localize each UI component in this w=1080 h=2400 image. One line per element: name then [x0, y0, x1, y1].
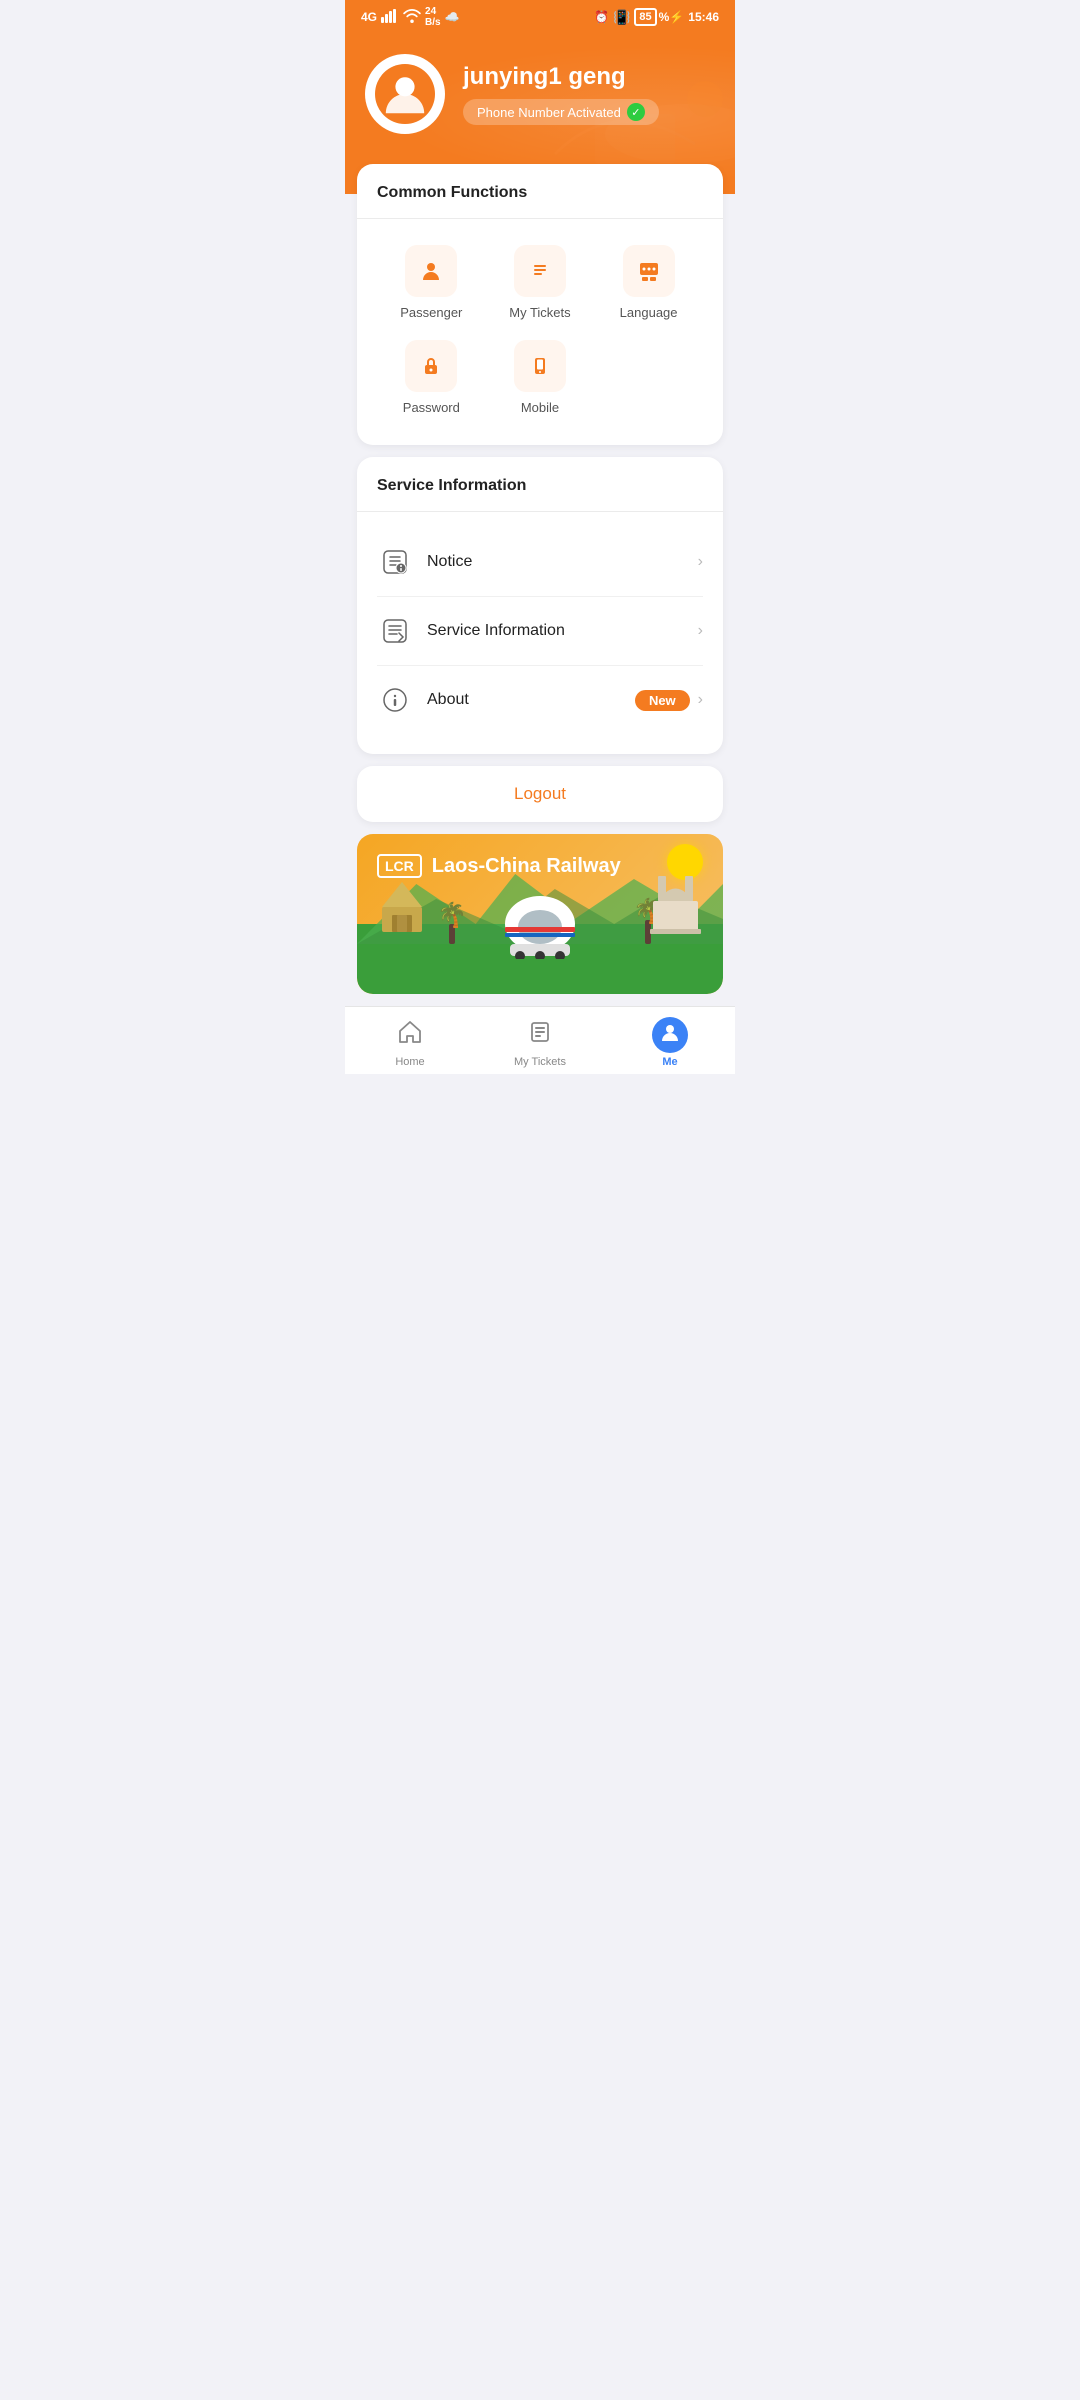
language-label: Language: [620, 305, 678, 320]
logout-card[interactable]: Logout: [357, 766, 723, 822]
service-info-title: Service Information: [377, 477, 703, 495]
nav-home[interactable]: Home: [345, 1007, 475, 1074]
time-display: 15:46: [688, 10, 719, 24]
mobile-label: Mobile: [521, 400, 559, 415]
my-tickets-nav-icon-wrap: [522, 1017, 558, 1053]
password-icon: [405, 340, 457, 392]
logout-button[interactable]: Logout: [514, 784, 566, 803]
status-right: ⏰ 📳 85%⚡ 15:46: [594, 8, 719, 26]
service-info-icon: [377, 613, 413, 649]
my-tickets-icon: [514, 245, 566, 297]
me-icon-wrap: [652, 1017, 688, 1053]
function-password[interactable]: Password: [377, 330, 486, 425]
function-my-tickets[interactable]: My Tickets: [486, 235, 595, 330]
status-bar: 4G 24B/s ☁️ ⏰ 📳 85%⚡ 15:46: [345, 0, 735, 34]
palm-leaves-icon: 🌴: [437, 904, 467, 928]
notice-text: Notice: [427, 553, 698, 571]
wifi-icon: [403, 9, 421, 26]
service-info-card: Service Information Notice ›: [357, 457, 723, 754]
profile-info: junying1 geng Phone Number Activated ✓: [463, 63, 659, 125]
common-functions-title: Common Functions: [377, 184, 703, 202]
nav-me[interactable]: Me: [605, 1007, 735, 1074]
profile-row: junying1 geng Phone Number Activated ✓: [365, 54, 715, 134]
password-label: Password: [403, 400, 460, 415]
about-icon: [377, 682, 413, 718]
about-right: New ›: [635, 690, 703, 711]
phone-badge: Phone Number Activated ✓: [463, 99, 659, 125]
me-nav-label: Me: [662, 1056, 677, 1068]
battery-level: 85: [634, 8, 656, 26]
profile-name: junying1 geng: [463, 63, 659, 91]
service-list: Notice › Service Information ›: [377, 528, 703, 734]
functions-row-1: Passenger My Tickets: [377, 235, 703, 330]
lcr-logo-area: LCR Laos-China Railway: [377, 854, 621, 878]
home-icon: [397, 1019, 423, 1052]
data-speed: 24B/s: [425, 6, 441, 28]
new-badge: New: [635, 690, 690, 711]
service-info-chevron-icon: ›: [698, 622, 703, 640]
about-text: About: [427, 691, 635, 709]
signal-icon: [381, 9, 399, 26]
status-left: 4G 24B/s ☁️: [361, 6, 460, 28]
my-tickets-nav-label: My Tickets: [514, 1056, 566, 1068]
verified-checkmark-icon: ✓: [627, 103, 645, 121]
service-item-service-info[interactable]: Service Information ›: [377, 597, 703, 666]
palm-tree-left: 🌴: [437, 904, 467, 944]
function-passenger[interactable]: Passenger: [377, 235, 486, 330]
notice-icon: [377, 544, 413, 580]
temple-icon: [377, 877, 427, 944]
home-label: Home: [395, 1056, 424, 1068]
battery-indicator: 85%⚡: [634, 8, 684, 26]
passenger-icon: [405, 245, 457, 297]
service-info-text: Service Information: [427, 622, 698, 640]
home-icon-wrap: [392, 1017, 428, 1053]
mobile-icon: [514, 340, 566, 392]
vibrate-icon: 📳: [613, 9, 630, 26]
functions-row-2: Password Mobile: [377, 330, 703, 425]
banner-scene: 🌴 🌴: [357, 874, 723, 994]
card-divider: [357, 218, 723, 219]
service-info-right: ›: [698, 622, 703, 640]
lcr-banner: LCR Laos-China Railway 🌴 🌴: [357, 834, 723, 994]
service-item-about[interactable]: About New ›: [377, 666, 703, 734]
lcr-title: Laos-China Railway: [432, 855, 621, 878]
common-functions-card: Common Functions Passenger: [357, 164, 723, 445]
about-chevron-icon: ›: [698, 691, 703, 709]
my-tickets-nav-icon: [527, 1019, 553, 1052]
me-icon: [659, 1021, 681, 1050]
cloud-icon: ☁️: [445, 10, 460, 24]
train: [500, 889, 580, 964]
nav-my-tickets[interactable]: My Tickets: [475, 1007, 605, 1074]
function-mobile[interactable]: Mobile: [486, 330, 595, 425]
network-indicator: 4G: [361, 10, 377, 24]
language-icon: [623, 245, 675, 297]
service-item-notice[interactable]: Notice ›: [377, 528, 703, 597]
notice-right: ›: [698, 553, 703, 571]
phone-badge-text: Phone Number Activated: [477, 105, 621, 120]
bottom-nav: Home My Tickets Me: [345, 1006, 735, 1074]
functions-grid: Passenger My Tickets: [377, 235, 703, 425]
my-tickets-label: My Tickets: [509, 305, 570, 320]
lcr-logo-box: LCR: [377, 854, 422, 878]
alarm-icon: ⏰: [594, 10, 609, 24]
passenger-label: Passenger: [400, 305, 462, 320]
avatar: [365, 54, 445, 134]
avatar-icon: [375, 64, 435, 124]
notice-chevron-icon: ›: [698, 553, 703, 571]
function-language[interactable]: Language: [594, 235, 703, 330]
service-divider: [357, 511, 723, 512]
arch-monument: [648, 871, 703, 944]
